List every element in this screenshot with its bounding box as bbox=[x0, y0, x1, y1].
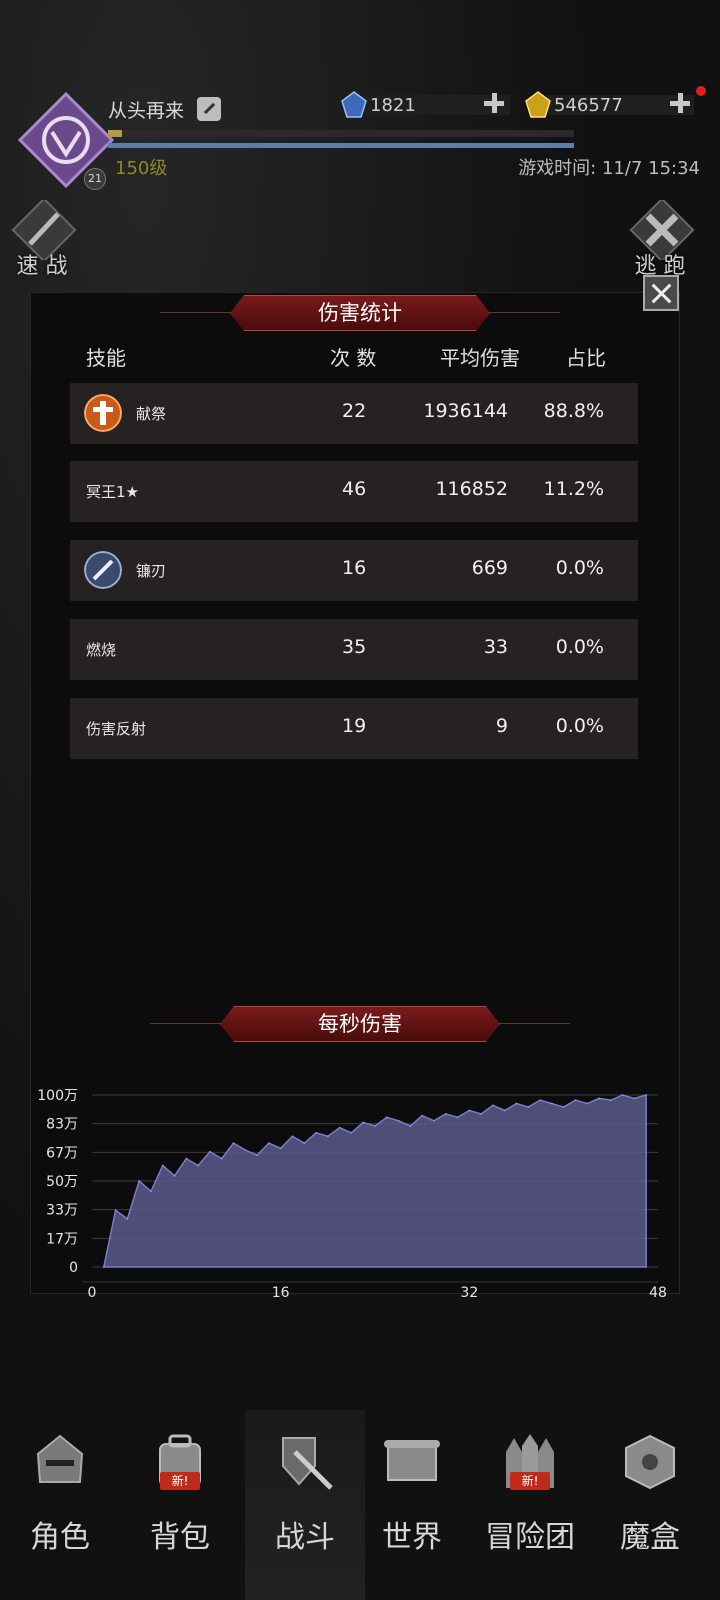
x-tick-label: 0 bbox=[88, 1285, 97, 1301]
nav-label: 角色 bbox=[30, 1520, 90, 1555]
dps-data-point bbox=[468, 1109, 471, 1112]
nav-label: 战斗 bbox=[275, 1520, 335, 1555]
dps-data-point bbox=[185, 1157, 188, 1160]
y-tick-label: 83万 bbox=[46, 1117, 78, 1133]
dps-data-point bbox=[551, 1102, 553, 1105]
dps-chart: 0 17万 33万 50万 67万 83万 100万 0 16 32 48 bbox=[37, 1088, 667, 1301]
dps-data-point bbox=[161, 1164, 164, 1167]
dps-data-point bbox=[350, 1132, 353, 1134]
dps-data-point bbox=[515, 1102, 518, 1105]
y-tick-label: 50万 bbox=[46, 1174, 78, 1190]
dps-data-point bbox=[444, 1113, 447, 1115]
dps-data-point bbox=[503, 1109, 506, 1112]
dps-data-point bbox=[574, 1099, 577, 1101]
dps-data-point bbox=[527, 1106, 530, 1108]
add-gems-button[interactable] bbox=[484, 93, 504, 113]
dps-data-point bbox=[621, 1094, 624, 1096]
nav-item-battle[interactable]: 战斗 bbox=[245, 1410, 365, 1600]
nav-item-character[interactable]: 角色 bbox=[0, 1410, 120, 1600]
gem-count: 1821 bbox=[370, 94, 416, 116]
x-tick-label: 48 bbox=[649, 1285, 667, 1301]
dps-data-point bbox=[209, 1150, 211, 1153]
dps-data-point bbox=[102, 1266, 105, 1268]
dps-data-point bbox=[114, 1209, 117, 1212]
dps-data-point bbox=[633, 1097, 636, 1100]
y-tick-label: 17万 bbox=[46, 1231, 78, 1247]
dps-data-point bbox=[244, 1149, 247, 1151]
x-tick-label: 32 bbox=[460, 1285, 478, 1301]
dps-data-point bbox=[362, 1121, 365, 1124]
scroll-map-icon bbox=[384, 1440, 440, 1481]
nav-label: 冒险团 bbox=[485, 1520, 575, 1555]
y-tick-label: 100万 bbox=[37, 1088, 78, 1104]
dps-data-point bbox=[303, 1142, 306, 1144]
dps-data-point bbox=[480, 1113, 482, 1115]
dps-data-point bbox=[374, 1125, 376, 1127]
dps-data-point bbox=[645, 1094, 648, 1096]
shield-sword-icon bbox=[282, 1437, 333, 1490]
nav-item-world[interactable]: 世界 bbox=[352, 1410, 472, 1600]
nav-label: 魔盒 bbox=[620, 1520, 680, 1555]
helmet-icon bbox=[36, 1434, 84, 1483]
new-badge: 新! bbox=[510, 1472, 550, 1490]
dps-data-point bbox=[197, 1164, 199, 1167]
new-badge: 新! bbox=[160, 1472, 200, 1490]
nav-item-backpack[interactable]: 新! 背包 bbox=[120, 1410, 240, 1600]
dps-data-point bbox=[586, 1102, 589, 1105]
dps-data-point bbox=[409, 1125, 412, 1127]
nav-label: 世界 bbox=[382, 1520, 442, 1555]
magic-box-icon bbox=[625, 1434, 675, 1490]
dps-data-point bbox=[562, 1106, 565, 1108]
dps-data-point bbox=[256, 1154, 258, 1156]
nav-item-magic-box[interactable]: 魔盒 bbox=[590, 1410, 710, 1600]
gold-ingot-icon bbox=[525, 91, 551, 118]
dps-data-point bbox=[126, 1218, 129, 1220]
dps-data-point bbox=[456, 1116, 459, 1119]
dps-data-point bbox=[291, 1135, 294, 1138]
dps-data-point bbox=[433, 1120, 435, 1122]
bottom-nav: 角色 新! 背包 战斗 世界 新! 冒险团 魔盒 bbox=[0, 1410, 720, 1600]
dps-data-point bbox=[220, 1157, 223, 1160]
dps-data-point bbox=[150, 1190, 152, 1193]
y-tick-label: 33万 bbox=[46, 1203, 78, 1219]
dps-data-point bbox=[315, 1132, 317, 1134]
nav-label: 背包 bbox=[150, 1520, 210, 1555]
dps-data-point bbox=[338, 1126, 341, 1129]
nav-item-adventure-team[interactable]: 新! 冒险团 bbox=[470, 1410, 590, 1600]
dps-data-point bbox=[492, 1104, 494, 1107]
dps-data-point bbox=[421, 1114, 423, 1117]
dps-data-point bbox=[138, 1180, 140, 1182]
dps-data-point bbox=[327, 1135, 329, 1138]
blue-gem-icon bbox=[341, 91, 367, 118]
dps-data-point bbox=[268, 1142, 270, 1144]
dps-area-series bbox=[102, 1093, 647, 1268]
dps-data-point bbox=[173, 1175, 176, 1177]
dps-data-point bbox=[232, 1142, 235, 1144]
dps-data-point bbox=[539, 1099, 541, 1101]
dps-data-point bbox=[610, 1099, 612, 1101]
dps-data-point bbox=[385, 1116, 388, 1119]
add-gold-button[interactable] bbox=[670, 93, 690, 113]
x-tick-label: 16 bbox=[272, 1285, 290, 1301]
gold-count: 546577 bbox=[554, 94, 623, 116]
dps-data-point bbox=[598, 1097, 600, 1100]
dps-data-point bbox=[279, 1147, 282, 1150]
y-tick-label: 67万 bbox=[46, 1145, 78, 1161]
y-tick-label: 0 bbox=[69, 1260, 78, 1276]
dps-data-point bbox=[397, 1120, 400, 1122]
